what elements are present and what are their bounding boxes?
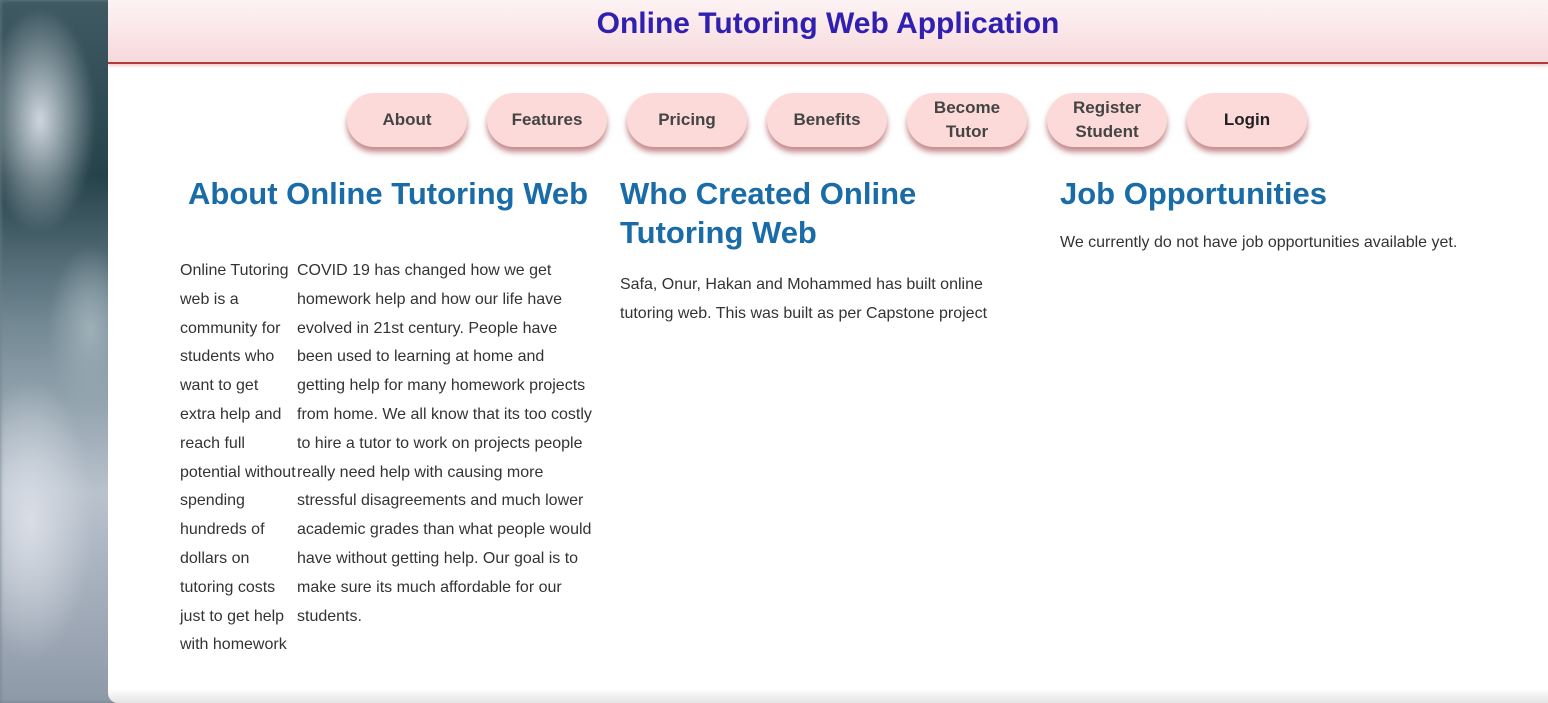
jobs-text: We currently do not have job opportuniti…	[1060, 234, 1458, 251]
creators-section: Who Created Online Tutoring Web Safa, On…	[620, 174, 1030, 329]
nav-become-tutor-line2: Tutor	[945, 122, 989, 141]
nav-register-student-button[interactable]: Register Student	[1047, 93, 1167, 147]
about-heading: About Online Tutoring Web	[188, 176, 589, 211]
about-covid-text: COVID 19 has changed how we get homework…	[297, 262, 592, 625]
page-title: Online Tutoring Web Application	[596, 7, 1060, 40]
nav-register-student-label: Register Student	[1073, 96, 1141, 144]
background-image	[0, 0, 120, 703]
nav-become-tutor-label: Become Tutor	[934, 96, 1000, 144]
nav-login-button[interactable]: Login	[1187, 93, 1307, 147]
jobs-section: Job Opportunities We currently do not ha…	[1060, 174, 1480, 258]
page-header: Online Tutoring Web Application	[108, 0, 1548, 64]
jobs-heading: Job Opportunities	[1060, 176, 1327, 211]
about-section: About Online Tutoring Web Online Tutorin…	[180, 174, 600, 653]
nav-register-student-line2: Student	[1075, 122, 1139, 141]
nav-about-button[interactable]: About	[347, 93, 467, 147]
creators-text: Safa, Onur, Hakan and Mohammed has built…	[620, 276, 988, 322]
nav-become-tutor-line1: Become	[933, 98, 1001, 117]
browser-page: Online Tutoring Web Application About Fe…	[108, 0, 1548, 703]
about-intro-text: Online Tutoring web is a community for s…	[180, 262, 296, 654]
nav-benefits-button[interactable]: Benefits	[767, 93, 887, 147]
main-nav: About Features Pricing Benefits Become T…	[347, 93, 1307, 147]
creators-heading: Who Created Online Tutoring Web	[620, 176, 917, 250]
nav-features-button[interactable]: Features	[487, 93, 607, 147]
nav-register-student-line1: Register	[1072, 98, 1142, 117]
nav-pricing-button[interactable]: Pricing	[627, 93, 747, 147]
nav-become-tutor-button[interactable]: Become Tutor	[907, 93, 1027, 147]
